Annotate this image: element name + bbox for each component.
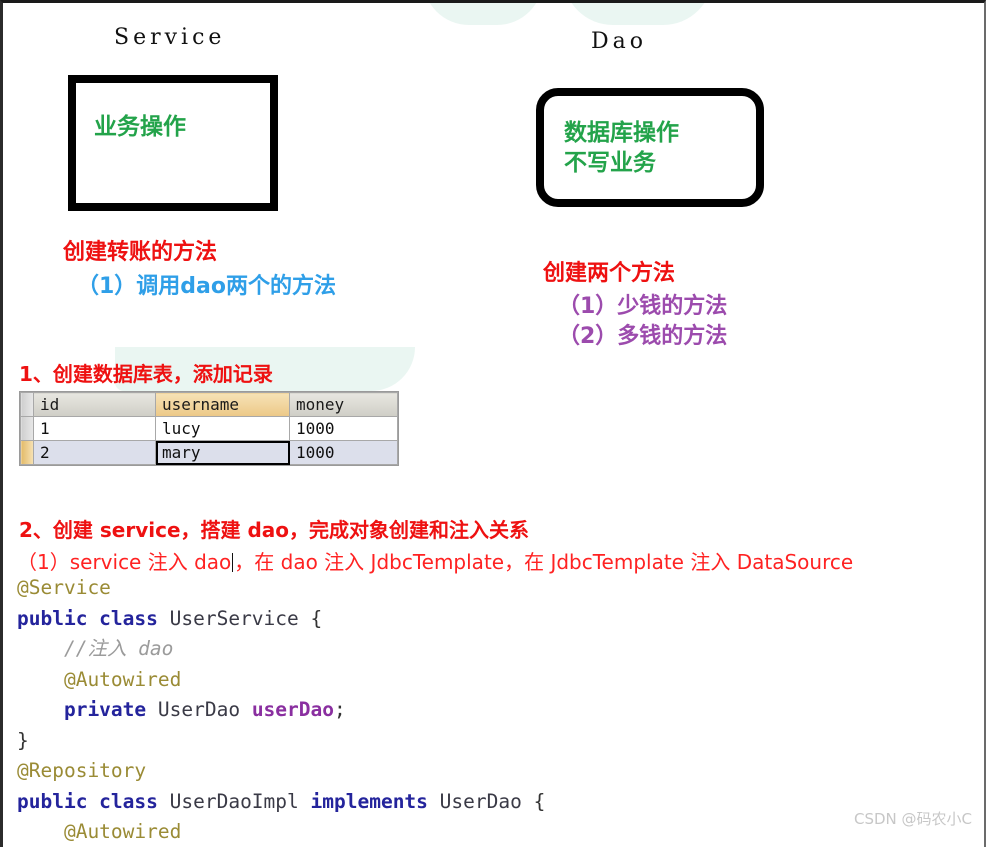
cell-username[interactable]: mary: [155, 440, 290, 465]
code-token: @Service: [17, 576, 111, 599]
code-token: //注入 dao: [17, 637, 174, 660]
watermark-blob-icon: [423, 3, 543, 25]
step-2-heading: 2、创建 service，搭建 dao，完成对象创建和注入关系: [19, 518, 530, 542]
step-2-subline-part-1: （1）service 注入 dao: [17, 550, 232, 574]
records-grid: id username money 1 lucy 1000 2 mary 100…: [20, 392, 398, 465]
code-token: {: [533, 789, 546, 813]
grid-body: 1 lucy 1000 2 mary 1000: [20, 416, 398, 465]
grid-header: id username money: [20, 392, 398, 417]
code-token: @Autowired: [17, 667, 182, 691]
cell-id[interactable]: 1: [33, 416, 156, 441]
cell-id[interactable]: 2: [33, 440, 156, 465]
code-token: @Autowired: [17, 820, 182, 843]
row-marker[interactable]: [20, 416, 34, 441]
code-token: UserDao: [157, 698, 252, 721]
code-line: @Repository: [17, 756, 545, 787]
code-listing: @Service public class UserService { //注入 …: [17, 573, 545, 847]
code-line: public class UserDaoImpl implements User…: [17, 787, 545, 818]
code-token: UserService: [169, 606, 311, 630]
step-2-subline-part-2: ，在 dao 注入 JdbcTemplate，在 JdbcTemplate 注入…: [234, 550, 854, 574]
code-token: private: [17, 698, 158, 721]
service-annotation-heading: 创建转账的方法: [63, 240, 218, 265]
code-line: }: [17, 726, 545, 757]
code-line: //注入 dao: [17, 634, 545, 665]
watermark-blob-icon: [563, 3, 713, 25]
code-line: public class UserService {: [17, 604, 545, 635]
code-token: public class: [17, 789, 170, 813]
table-row[interactable]: 2 mary 1000: [20, 440, 398, 465]
csdn-watermark: CSDN @码农小C: [853, 810, 972, 828]
dao-title: Dao: [591, 29, 647, 54]
column-header-money[interactable]: money: [289, 392, 398, 417]
code-line: private UserDao userDao;: [17, 695, 545, 726]
column-header-username[interactable]: username: [155, 392, 290, 417]
database-table: id username money 1 lucy 1000 2 mary 100…: [19, 391, 399, 466]
slide-canvas: Service 业务操作 创建转账的方法 （1）调用dao两个的方法 Dao 数…: [0, 0, 986, 847]
code-token: UserDao: [439, 789, 534, 813]
row-marker-header: [20, 392, 34, 417]
code-token: implements: [310, 789, 440, 813]
code-line: @Autowired: [17, 817, 545, 847]
dao-annotation-item-2: （2）多钱的方法: [558, 324, 728, 349]
code-token: userDao: [251, 698, 334, 721]
code-token: }: [17, 728, 29, 752]
table-row[interactable]: 1 lucy 1000: [20, 416, 398, 441]
cell-money[interactable]: 1000: [289, 416, 398, 441]
code-line: @Autowired: [17, 665, 545, 696]
dao-annotation-heading: 创建两个方法: [543, 261, 676, 286]
service-title: Service: [114, 25, 226, 50]
service-box: 业务操作: [68, 75, 278, 211]
column-header-id[interactable]: id: [33, 392, 156, 417]
header-row: id username money: [20, 392, 398, 417]
step-2-subline: （1）service 注入 dao ，在 dao 注入 JdbcTemplate，…: [17, 546, 853, 575]
dao-annotation-item-1: （1）少钱的方法: [558, 294, 728, 319]
dao-box-text: 数据库操作 不写业务: [564, 120, 679, 176]
cell-username[interactable]: lucy: [155, 416, 290, 441]
code-line: @Service: [17, 573, 545, 604]
service-box-text: 业务操作: [94, 114, 186, 140]
code-token: {: [310, 606, 323, 630]
code-token: @Repository: [17, 759, 147, 782]
code-token: public class: [17, 606, 170, 630]
code-token: UserDaoImpl: [169, 789, 311, 813]
service-annotation-item-1: （1）调用dao两个的方法: [77, 274, 337, 299]
cell-money[interactable]: 1000: [289, 440, 398, 465]
dao-box: 数据库操作 不写业务: [536, 88, 764, 207]
step-1-heading: 1、创建数据库表，添加记录: [19, 362, 273, 386]
code-token: ;: [334, 698, 346, 721]
row-marker[interactable]: [20, 440, 34, 465]
